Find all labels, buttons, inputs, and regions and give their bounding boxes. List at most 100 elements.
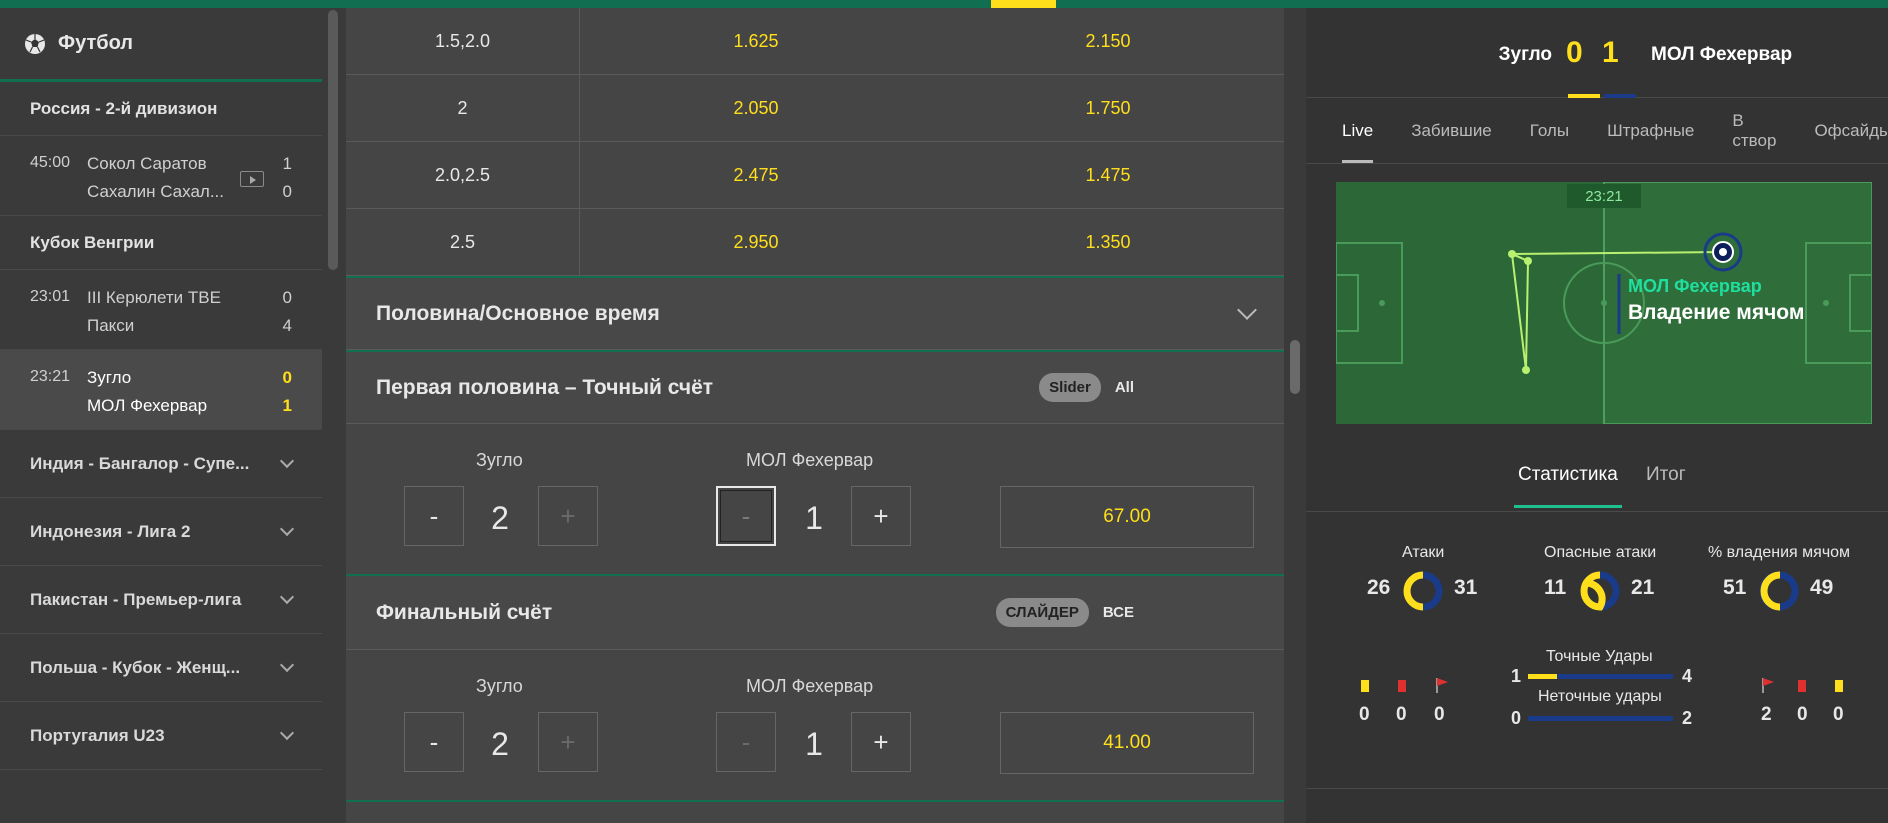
sidebar-header[interactable]: Футбол (0, 8, 322, 82)
corner-flag-icon (1436, 678, 1448, 693)
all-toggle[interactable]: All (1115, 379, 1134, 396)
chevron-down-icon (279, 589, 295, 604)
tab-goals[interactable]: Голы (1530, 121, 1569, 141)
away-red-count: 0 (1797, 704, 1808, 725)
final-score-section-header: Финальный счёт СЛАЙДЕР ВСЕ (346, 576, 1284, 650)
odds-row: 2 2.050 1.750 (346, 75, 1284, 142)
away-score: 1 (1602, 36, 1619, 69)
away-plus-button[interactable]: + (851, 712, 911, 772)
on-target-away: 4 (1682, 666, 1693, 686)
away-value: 1 (805, 725, 823, 762)
match-item[interactable]: 23:01 III Керюлети ТВЕ Пакси 0 4 (0, 270, 322, 350)
match-item-active[interactable]: 23:21 Зугло МОЛ Фехервар 0 1 (0, 350, 322, 430)
home-label: Зугло (476, 450, 523, 470)
league-collapsed[interactable]: Индия - Бангалор - Супе... (0, 430, 322, 498)
odds-line: 2.0,2.5 (346, 142, 580, 208)
possession-label: % владения мячом (1708, 544, 1851, 561)
off-target-away: 2 (1682, 708, 1693, 728)
match-home: Зугло (87, 368, 132, 387)
away-plus-button[interactable]: + (851, 486, 911, 546)
chevron-down-icon (279, 453, 295, 468)
match-item[interactable]: 45:00 Сокол Саратов Сахалин Сахал... 1 0 (0, 136, 322, 216)
pitch-clock: 23:21 (1585, 188, 1623, 205)
home-minus-button[interactable]: - (404, 486, 464, 546)
league-collapsed[interactable]: Пакистан - Премьер-лига (0, 566, 322, 634)
odds-under[interactable]: 1.350 (932, 209, 1284, 275)
on-target-home: 1 (1511, 666, 1522, 686)
attacks-home: 26 (1367, 576, 1391, 599)
league-label: Индонезия - Лига 2 (30, 521, 191, 541)
odds-over[interactable]: 1.625 (580, 8, 932, 74)
tab-scorers[interactable]: Забившие (1411, 121, 1492, 141)
scoreboard: Зугло 0 1 МОЛ Фехервар (1306, 8, 1888, 98)
league-label: Польша - Кубок - Женщ... (30, 657, 241, 677)
away-yellow-count: 0 (1833, 704, 1844, 725)
stats-area: Атаки 26 31 Опасные атаки 11 21 % владен… (1306, 528, 1888, 788)
section-title: Первая половина – Точный счёт (376, 375, 714, 399)
tv-icon (240, 171, 264, 187)
league-collapsed[interactable]: Индонезия - Лига 2 (0, 498, 322, 566)
home-plus-button[interactable]: + (538, 486, 598, 546)
live-tracker-panel: Зугло 0 1 МОЛ Фехервар Live Забившие Гол… (1306, 8, 1888, 823)
away-minus-button[interactable]: - (716, 712, 776, 772)
home-corner-count: 0 (1434, 704, 1445, 725)
attacks-label: Атаки (1402, 544, 1445, 561)
odds-under[interactable]: 1.750 (932, 75, 1284, 141)
away-label: МОЛ Фехервар (746, 676, 874, 696)
odds-button[interactable]: 67.00 (1000, 486, 1254, 548)
odds-over[interactable]: 2.475 (580, 142, 932, 208)
home-team-name: Зугло (1498, 44, 1552, 65)
yellow-card-icon (1835, 680, 1843, 692)
home-minus-button[interactable]: - (404, 712, 464, 772)
odds-over[interactable]: 2.050 (580, 75, 932, 141)
tab-free-kicks[interactable]: Штрафные (1607, 121, 1694, 141)
away-label: МОЛ Фехервар (746, 450, 874, 470)
slider-toggle[interactable]: Slider (1039, 373, 1101, 402)
home-plus-button[interactable]: + (538, 712, 598, 772)
all-toggle[interactable]: ВСЕ (1103, 604, 1134, 621)
league-collapsed[interactable]: Португалия U23 (0, 702, 322, 770)
odds-under[interactable]: 1.475 (932, 142, 1284, 208)
tab-live[interactable]: Live (1342, 121, 1374, 163)
away-corner-count: 2 (1761, 704, 1772, 725)
first-half-section-header: Первая половина – Точный счёт Slider All (346, 350, 1284, 424)
center-scrollbar[interactable] (1290, 340, 1300, 394)
dangerous-home: 11 (1544, 576, 1567, 599)
shots-on-target-label: Точные Удары (1546, 648, 1653, 665)
sidebar-scrollbar[interactable] (328, 10, 338, 270)
match-away: Пакси (87, 316, 135, 335)
pitch-event-label: Владение мячом (1628, 301, 1804, 324)
tab-statistics[interactable]: Статистика (1514, 464, 1622, 508)
away-minus-button[interactable]: - (716, 486, 776, 546)
tab-summary[interactable]: Итог (1646, 464, 1686, 486)
possession-donut (1759, 571, 1799, 611)
match-home-score: 1 (282, 154, 292, 173)
tab-offsides[interactable]: Офсайды (1814, 121, 1888, 141)
possession-home: 51 (1723, 576, 1747, 599)
odds-line: 1.5,2.0 (346, 8, 580, 74)
sidebar: Футбол Россия - 2-й дивизион 45:00 Сокол… (0, 8, 322, 823)
match-away-score: 0 (282, 182, 292, 201)
home-value: 2 (491, 725, 509, 762)
dangerous-attacks-label: Опасные атаки (1544, 544, 1657, 561)
league-collapsed[interactable]: Польша - Кубок - Женщ... (0, 634, 322, 702)
league-label: Индия - Бангалор - Супе... (30, 453, 250, 473)
first-half-score-slider: Зугло МОЛ Фехервар - 2 + - 1 + 67.00 (346, 424, 1284, 576)
odds-under[interactable]: 2.150 (932, 8, 1284, 74)
odds-button[interactable]: 41.00 (1000, 712, 1254, 774)
match-home: III Керюлети ТВЕ (87, 288, 221, 307)
odds-over[interactable]: 2.950 (580, 209, 932, 275)
possession-away: 49 (1810, 576, 1834, 599)
final-score-slider: Зугло МОЛ Фехервар - 2 + - 1 + 41.00 (346, 650, 1284, 802)
shots-off-target-label: Неточные удары (1538, 688, 1662, 705)
chevron-down-icon (279, 521, 295, 536)
dangerous-donut (1580, 571, 1620, 611)
odds-row: 2.0,2.5 2.475 1.475 (346, 142, 1284, 209)
match-time: 23:01 (30, 288, 71, 305)
league-label: Португалия U23 (30, 725, 165, 745)
tab-on-target[interactable]: В створ (1732, 111, 1776, 151)
half-time-section-header[interactable]: Половина/Основное время (346, 276, 1284, 350)
league-header[interactable]: Кубок Венгрии (0, 216, 322, 270)
slider-toggle[interactable]: СЛАЙДЕР (995, 598, 1089, 627)
league-header[interactable]: Россия - 2-й дивизион (0, 82, 322, 136)
